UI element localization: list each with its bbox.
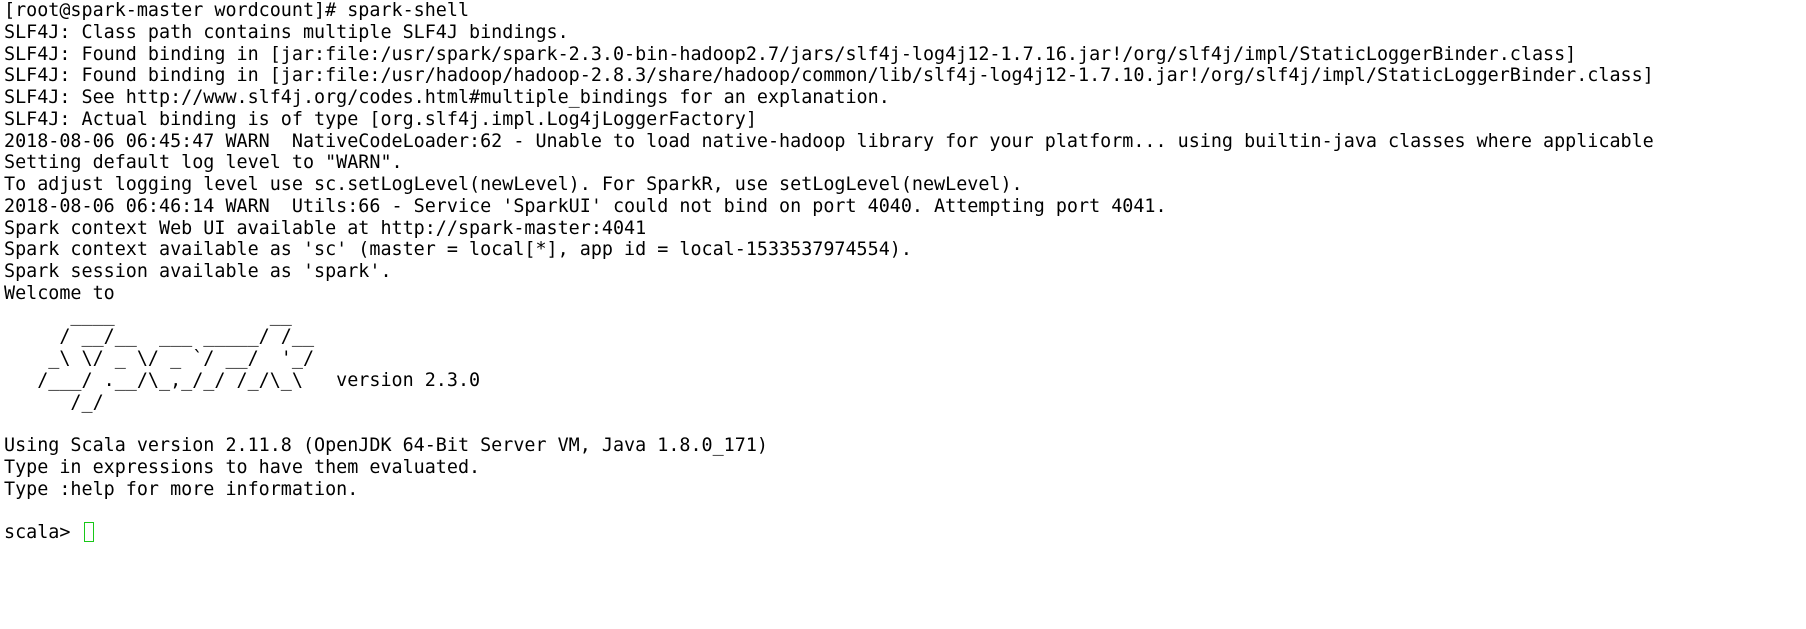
terminal-line-type-expressions: Type in expressions to have them evaluat… (4, 456, 481, 478)
terminal-line-log-level: Setting default log level to "WARN". (4, 152, 403, 174)
scala-prompt-line[interactable]: scala> (4, 522, 1806, 544)
terminal-line-web-ui: Spark context Web UI available at http:/… (4, 217, 647, 239)
terminal-line-adjust-logging: To adjust logging level use sc.setLogLev… (4, 174, 1023, 195)
terminal-line-scala-version: Using Scala version 2.11.8 (OpenJDK 64-B… (4, 435, 768, 456)
terminal-cursor[interactable] (83, 522, 94, 542)
spark-logo-ascii-line-3: _\ \/ _ \/ _ `/ __/ '_/ (4, 348, 315, 369)
terminal-line-slf4j-binding-hadoop: SLF4J: Found binding in [jar:file:/usr/h… (4, 65, 1654, 87)
terminal-line-warn-sparkui: 2018-08-06 06:46:14 WARN Utils:66 - Serv… (4, 195, 1167, 217)
terminal-line-welcome: Welcome to (4, 282, 115, 304)
terminal-line-command: [root@spark-master wordcount]# spark-she… (4, 0, 470, 21)
terminal-line-slf4j-see: SLF4J: See http://www.slf4j.org/codes.ht… (4, 87, 890, 108)
spark-logo-ascii-line-5: /_/ (4, 391, 104, 413)
terminal-line-type-help: Type :help for more information. (4, 478, 359, 500)
spark-logo-ascii-line-2: / __/__ ___ _____/ /__ (4, 326, 315, 348)
scala-prompt: scala> (4, 522, 82, 543)
terminal-line-warn-native: 2018-08-06 06:45:47 WARN NativeCodeLoade… (4, 130, 1654, 152)
spark-logo-ascii-line-1: ____ __ (4, 304, 292, 326)
terminal-line-spark-context: Spark context available as 'sc' (master … (4, 239, 912, 261)
terminal-line-slf4j-multiple: SLF4J: Class path contains multiple SLF4… (4, 21, 569, 43)
terminal-line-spark-session: Spark session available as 'spark'. (4, 261, 392, 282)
terminal-window[interactable]: [root@spark-master wordcount]# spark-she… (0, 0, 1806, 629)
spark-logo-ascii-line-4-version: /___/ .__/\_,_/_/ /_/\_\ version 2.3.0 (4, 369, 481, 391)
terminal-line-slf4j-binding-spark: SLF4J: Found binding in [jar:file:/usr/s… (4, 43, 1577, 65)
terminal-line-slf4j-actual: SLF4J: Actual binding is of type [org.sl… (4, 108, 757, 130)
